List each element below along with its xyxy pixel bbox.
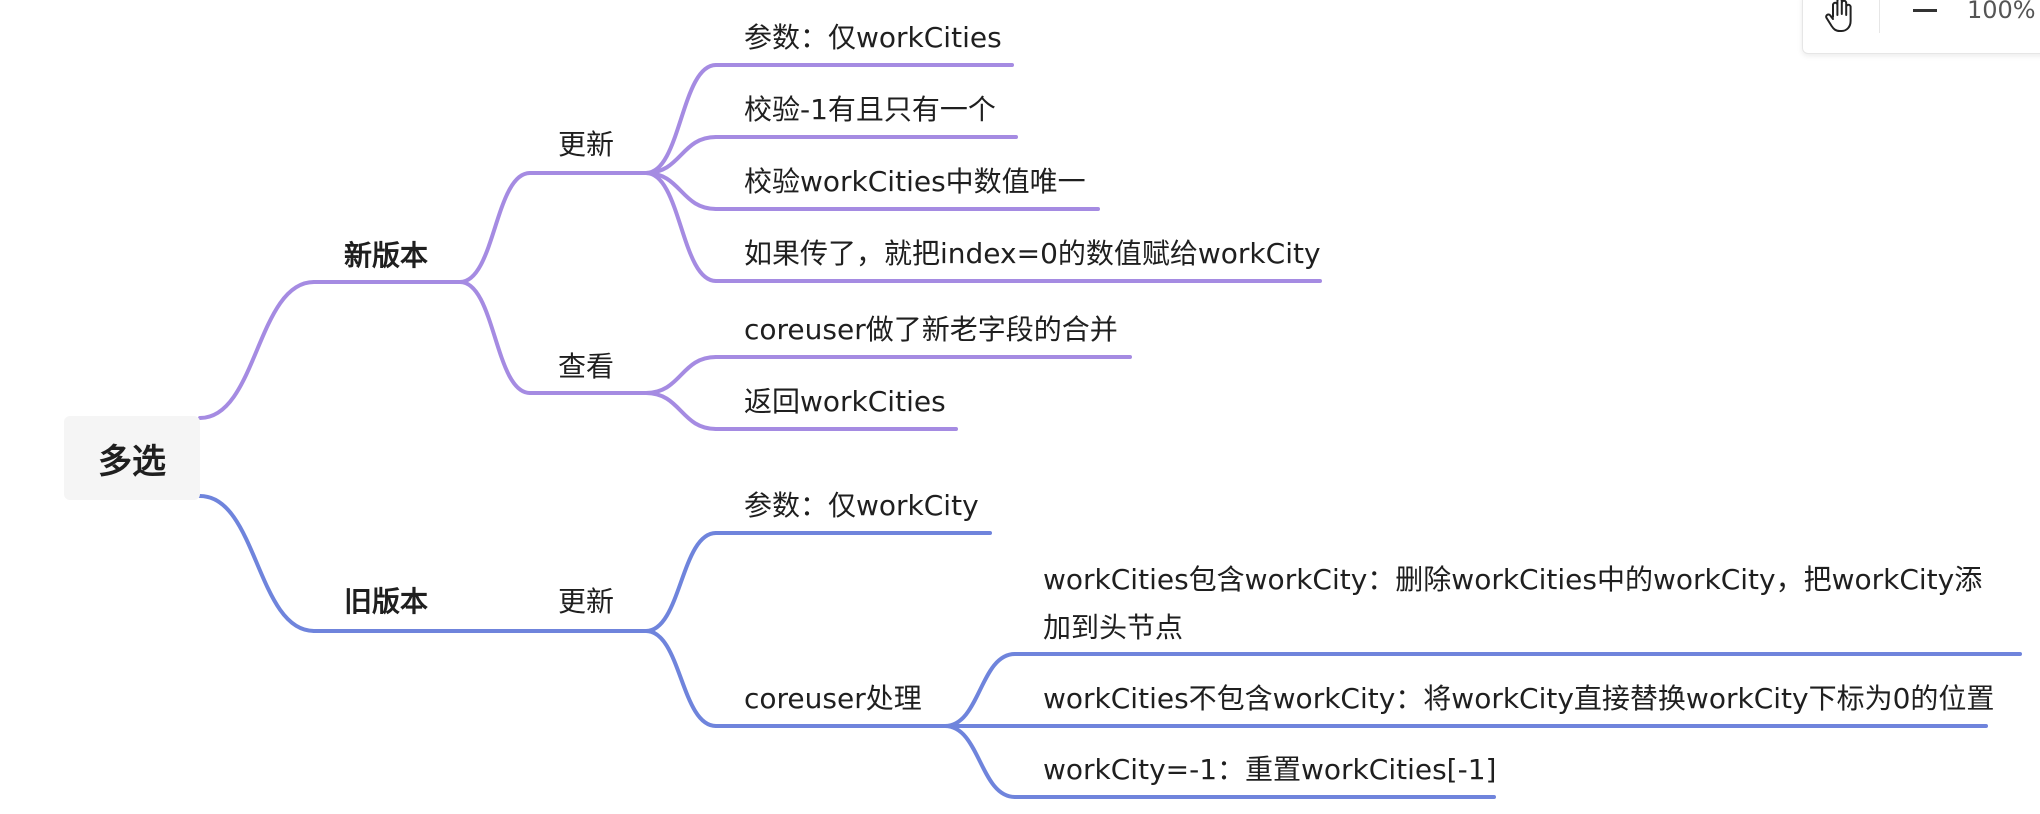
- node-old-coreuser[interactable]: coreuser处理: [744, 682, 922, 716]
- minus-icon[interactable]: [1913, 9, 1937, 12]
- node-new-view[interactable]: 查看: [558, 350, 614, 384]
- leaf-coreuser-reset[interactable]: workCity=-1：重置workCities[-1]: [1043, 753, 1496, 787]
- root-node[interactable]: 多选: [64, 416, 200, 500]
- root-label: 多选: [98, 441, 166, 482]
- node-new-version[interactable]: 新版本: [344, 239, 428, 273]
- leaf-new-view-return[interactable]: 返回workCities: [744, 385, 946, 419]
- leaf-new-update-assign-workcity[interactable]: 如果传了，就把index=0的数值赋给workCity: [744, 237, 1321, 271]
- leaf-new-view-merge[interactable]: coreuser做了新老字段的合并: [744, 313, 1118, 347]
- connector-root-old: [198, 494, 316, 633]
- connector-new-view-leaf: [644, 355, 718, 395]
- connector-new-update: [458, 171, 532, 284]
- mindmap-canvas: 多选 新版本 旧版本 更新 查看 更新 参数：仅workCities 校验-1有…: [0, 0, 2040, 814]
- view-toolbar: 100%: [1802, 0, 2040, 54]
- connector-coreuser-leaf: [943, 724, 1017, 799]
- connector-root-new: [198, 280, 316, 420]
- connector-old-coreuser: [644, 629, 718, 728]
- connector-coreuser-leaf: [943, 652, 1017, 728]
- leaf-new-update-validate-minus1[interactable]: 校验-1有且只有一个: [744, 93, 996, 127]
- node-new-update[interactable]: 更新: [558, 128, 614, 162]
- node-old-update[interactable]: 更新: [558, 585, 614, 619]
- connector-new-view: [458, 280, 532, 395]
- hand-icon[interactable]: [1821, 0, 1861, 35]
- connector-old-param: [644, 531, 718, 633]
- leaf-new-update-validate-unique[interactable]: 校验workCities中数值唯一: [744, 165, 1086, 199]
- leaf-new-update-param[interactable]: 参数：仅workCities: [744, 21, 1002, 55]
- node-old-version[interactable]: 旧版本: [344, 585, 428, 619]
- leaf-coreuser-not-contains[interactable]: workCities不包含workCity：将workCity直接替换workC…: [1043, 682, 1994, 716]
- zoom-level[interactable]: 100%: [1967, 0, 2036, 25]
- connector-new-view-leaf: [644, 391, 718, 431]
- leaf-old-update-param[interactable]: 参数：仅workCity: [744, 489, 979, 523]
- toolbar-divider: [1879, 0, 1880, 33]
- leaf-coreuser-contains[interactable]: workCities包含workCity：删除workCities中的workC…: [1043, 556, 1983, 652]
